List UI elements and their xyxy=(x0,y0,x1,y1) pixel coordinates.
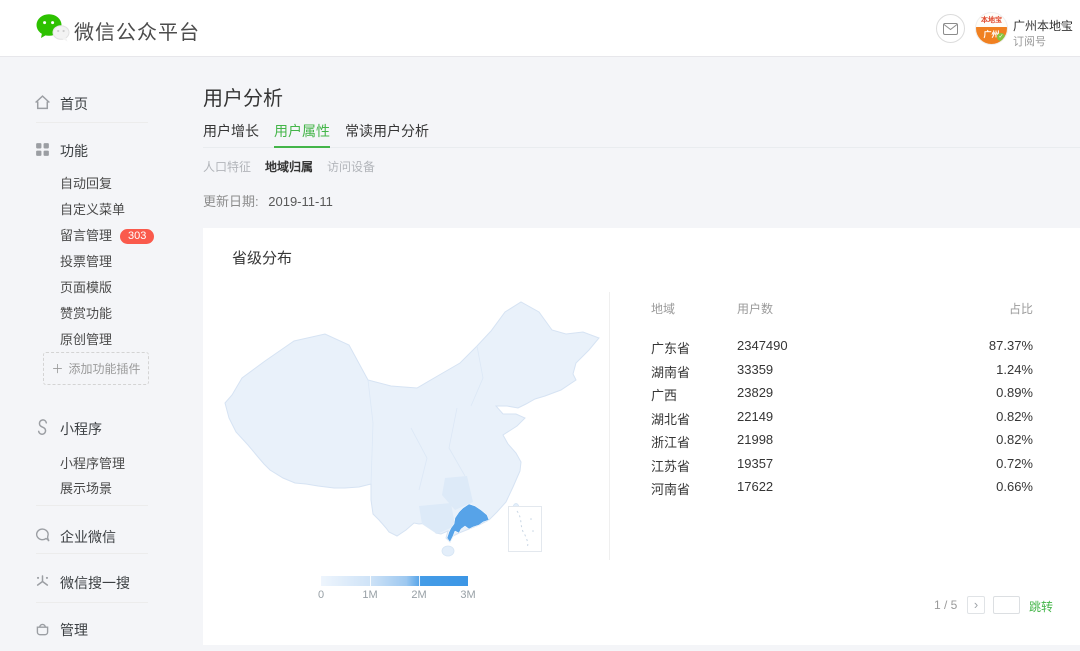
column-header-share: 占比 xyxy=(1009,300,1033,317)
next-page-button[interactable]: › xyxy=(967,596,985,614)
update-date-label: 更新日期: xyxy=(203,194,259,209)
hainan-region xyxy=(442,546,454,556)
sidebar-item-page-template[interactable]: 页面模版 xyxy=(60,277,112,296)
jump-button[interactable]: 跳转 xyxy=(1029,598,1053,615)
table-cell-share: 0.82% xyxy=(996,409,1033,424)
subtab-region[interactable]: 地域归属 xyxy=(265,158,313,175)
vertical-divider xyxy=(609,292,610,560)
sidebar-item-work-wechat[interactable]: 企业微信 xyxy=(0,526,183,548)
sidebar-item-manage[interactable]: 管理 xyxy=(0,619,183,641)
table-cell-share: 87.37% xyxy=(989,338,1033,353)
table-cell-users: 33359 xyxy=(737,362,773,377)
table-cell-share: 0.82% xyxy=(996,432,1033,447)
table-cell-users: 22149 xyxy=(737,409,773,424)
table-cell-users: 19357 xyxy=(737,456,773,471)
envelope-icon xyxy=(943,23,958,35)
sidebar-item-functions[interactable]: 功能 xyxy=(0,140,183,162)
color-scale xyxy=(321,576,468,586)
jump-page-input[interactable] xyxy=(993,596,1020,614)
subtab-bar: 人口特征 地域归属 访问设备 xyxy=(203,158,375,175)
subtab-devices[interactable]: 访问设备 xyxy=(327,158,375,175)
table-cell-region: 广西 xyxy=(651,385,677,404)
sidebar-item-original-manage[interactable]: 原创管理 xyxy=(60,329,112,348)
scale-tick-label: 0 xyxy=(318,589,324,601)
sidebar-item-message-manage[interactable]: 留言管理 303 xyxy=(60,225,154,245)
sidebar-divider xyxy=(36,553,148,554)
chevron-down-icon[interactable] xyxy=(1060,23,1068,28)
table-cell-share: 0.89% xyxy=(996,385,1033,400)
table-cell-users: 23829 xyxy=(737,385,773,400)
sidebar: 首页 功能 自动回复 自定义菜单 留言管理303 投票管理 页面模版 赞赏功能 … xyxy=(0,57,183,651)
sidebar-label: 管理 xyxy=(60,620,88,640)
update-date-row: 更新日期: 2019-11-11 xyxy=(203,191,333,210)
avatar-text-top: 本地宝 xyxy=(976,13,1007,27)
sidebar-label: 留言管理 xyxy=(60,228,112,243)
china-outline xyxy=(225,302,599,542)
sidebar-label: 首页 xyxy=(60,94,88,114)
table-cell-users: 17622 xyxy=(737,479,773,494)
add-plugin-label: 添加功能插件 xyxy=(69,360,141,377)
sidebar-divider xyxy=(36,505,148,506)
tab-frequent-readers[interactable]: 常读用户分析 xyxy=(345,121,429,147)
table-cell-region: 河南省 xyxy=(651,479,690,498)
scale-tick-label: 2M xyxy=(411,589,426,601)
sidebar-item-vote-manage[interactable]: 投票管理 xyxy=(60,251,112,270)
update-date-value: 2019-11-11 xyxy=(268,194,333,209)
sidebar-label: 企业微信 xyxy=(60,527,116,547)
message-count-badge: 303 xyxy=(120,229,154,244)
search-spark-icon xyxy=(34,573,51,590)
sidebar-item-home[interactable]: 首页 xyxy=(0,93,183,115)
tab-user-attributes[interactable]: 用户属性 xyxy=(274,121,330,148)
chat-bubble-icon xyxy=(34,527,51,544)
subtab-demographics[interactable]: 人口特征 xyxy=(203,158,251,175)
table-cell-share: 1.24% xyxy=(996,362,1033,377)
sidebar-divider xyxy=(36,122,148,123)
verified-check-icon: ✓ xyxy=(997,33,1005,41)
province-distribution-card: 省级分布 0 1M 2M 3M 地域 用户数 占比 广东省 2347490 87… xyxy=(203,228,1080,645)
add-plugin-button[interactable]: ＋ 添加功能插件 xyxy=(43,352,149,385)
table-cell-region: 广东省 xyxy=(651,338,690,357)
table-cell-share: 0.66% xyxy=(996,479,1033,494)
south-sea-inset xyxy=(508,506,542,552)
sidebar-label: 功能 xyxy=(60,141,88,161)
table-cell-share: 0.72% xyxy=(996,456,1033,471)
miniprogram-icon xyxy=(34,419,51,436)
sidebar-item-wechat-search[interactable]: 微信搜一搜 xyxy=(0,572,183,594)
sidebar-label: 小程序 xyxy=(60,419,102,439)
sidebar-label: 微信搜一搜 xyxy=(60,573,130,593)
wechat-logo-icon xyxy=(36,13,70,43)
tab-user-growth[interactable]: 用户增长 xyxy=(203,121,259,147)
scale-tick-label: 1M xyxy=(362,589,377,601)
section-title: 省级分布 xyxy=(232,247,292,268)
sidebar-item-reward[interactable]: 赞赏功能 xyxy=(60,303,112,322)
avatar[interactable]: 本地宝 广州 ✓ xyxy=(975,12,1008,45)
sidebar-item-auto-reply[interactable]: 自动回复 xyxy=(60,173,112,192)
page-title: 用户分析 xyxy=(203,82,283,111)
sidebar-item-miniprogram-manage[interactable]: 小程序管理 xyxy=(60,453,125,472)
pouch-icon xyxy=(34,620,51,637)
scale-tick-label: 3M xyxy=(460,589,475,601)
china-map[interactable] xyxy=(221,298,607,566)
table-cell-region: 江苏省 xyxy=(651,456,690,475)
column-header-region: 地域 xyxy=(651,300,675,317)
account-type: 订阅号 xyxy=(1013,33,1046,49)
table-cell-region: 湖北省 xyxy=(651,409,690,428)
sidebar-item-display-scene[interactable]: 展示场景 xyxy=(60,478,112,497)
home-icon xyxy=(34,94,51,111)
mail-button[interactable] xyxy=(936,14,965,43)
app-title: 微信公众平台 xyxy=(74,16,200,45)
table-cell-region: 湖南省 xyxy=(651,362,690,381)
table-cell-region: 浙江省 xyxy=(651,432,690,451)
table-cell-users: 2347490 xyxy=(737,338,788,353)
top-header: 微信公众平台 本地宝 广州 ✓ 广州本地宝 订阅号 xyxy=(0,0,1080,57)
column-header-users: 用户数 xyxy=(737,300,773,317)
table-cell-users: 21998 xyxy=(737,432,773,447)
page-position: 1 / 5 xyxy=(934,598,957,612)
plus-icon: ＋ xyxy=(51,360,63,377)
grid-icon xyxy=(34,141,51,158)
tab-bar: 用户增长 用户属性 常读用户分析 xyxy=(203,121,1080,148)
sidebar-item-custom-menu[interactable]: 自定义菜单 xyxy=(60,199,125,218)
sidebar-item-miniprogram[interactable]: 小程序 xyxy=(0,418,183,440)
sidebar-divider xyxy=(36,602,148,603)
